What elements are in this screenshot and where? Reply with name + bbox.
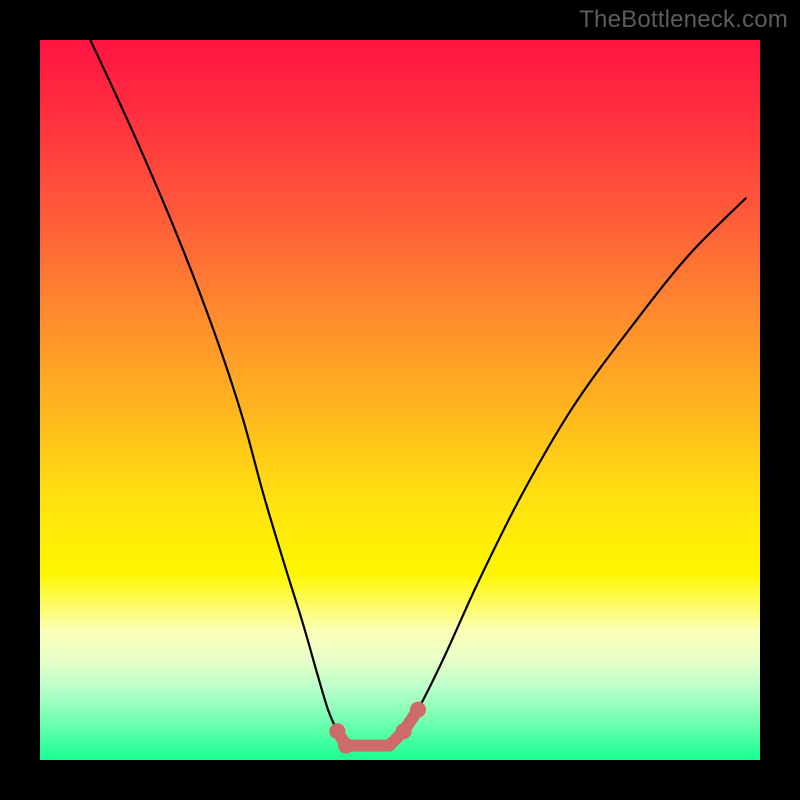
watermark-text: TheBottleneck.com: [579, 6, 788, 34]
valley-cap: [410, 702, 426, 718]
curve-svg: [40, 40, 760, 760]
plot-area: [40, 40, 760, 760]
valley-marker: [329, 702, 426, 754]
valley-cap: [396, 723, 412, 739]
valley-cap: [329, 723, 345, 739]
valley-cap: [338, 738, 354, 754]
bottleneck-curve: [90, 40, 745, 747]
chart-frame: TheBottleneck.com: [0, 0, 800, 800]
